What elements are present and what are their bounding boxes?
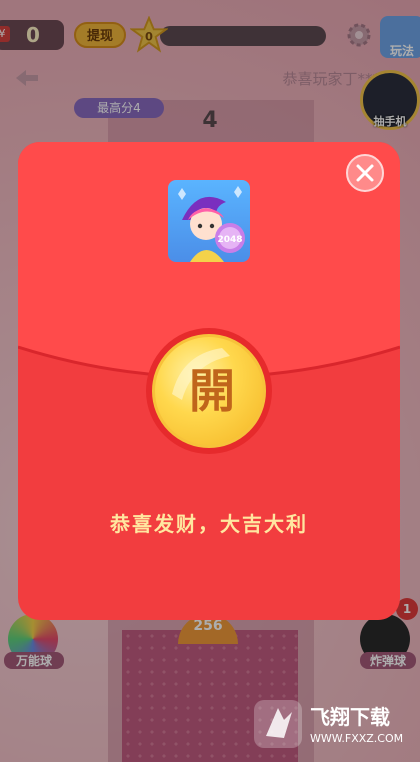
open-character: 開 [189, 364, 235, 418]
blessing-text: 恭喜发财，大吉大利 [110, 512, 308, 536]
svg-text:2048: 2048 [217, 235, 242, 245]
app-icon: 2048 [168, 180, 250, 262]
red-envelope-modal: 2048 開 恭喜发财，大吉大利 [18, 142, 400, 620]
gold-coin: 開 [152, 334, 266, 448]
open-envelope-button[interactable]: 開 [146, 328, 272, 454]
watermark-url: WWW.FXXZ.COM [310, 732, 403, 745]
close-icon [356, 164, 374, 182]
watermark-title: 飞翔下载 [310, 705, 390, 729]
close-button[interactable] [346, 154, 384, 192]
watermark-logo: 飞翔下载 WWW.FXXZ.COM [254, 700, 403, 748]
